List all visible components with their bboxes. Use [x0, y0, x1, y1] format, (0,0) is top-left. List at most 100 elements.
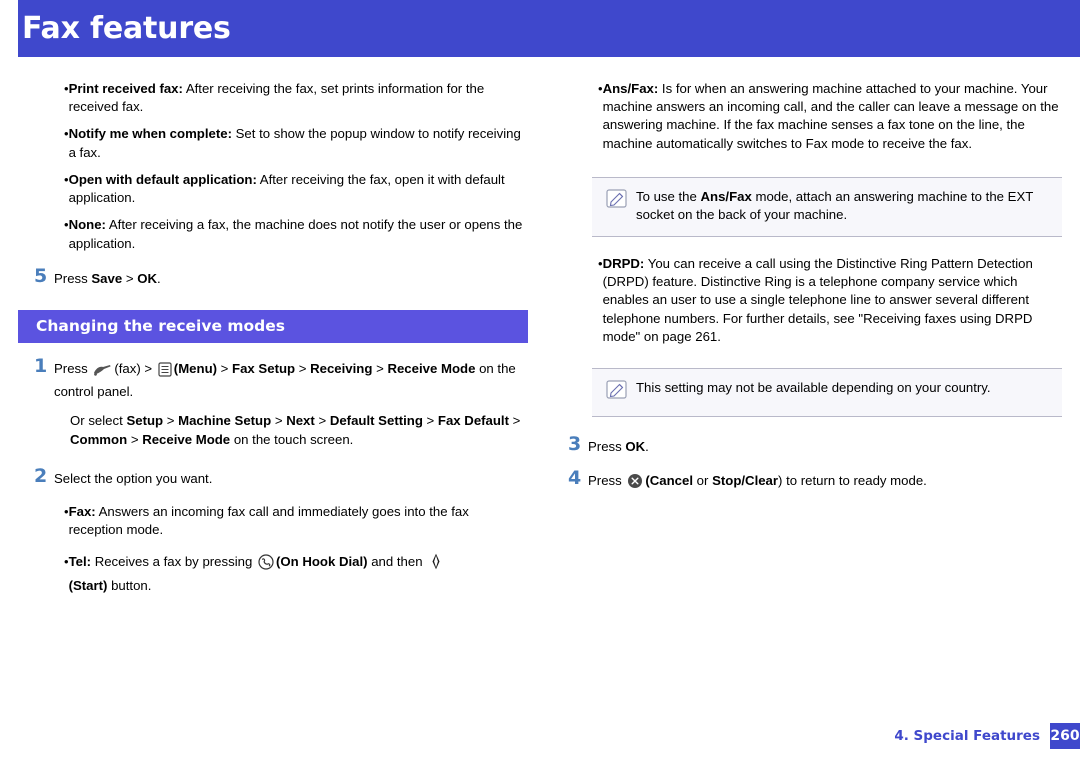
page-number: 260: [1050, 723, 1080, 749]
bullet-desc: Is for when an answering machine attache…: [602, 81, 1059, 151]
step-post: .: [645, 439, 649, 455]
step-post: ) to return to ready mode.: [778, 472, 927, 488]
stop-clear-label: Stop/Clear: [712, 472, 779, 488]
start-label: (Start): [68, 578, 108, 594]
bullet-content: Open with default application: After rec…: [69, 171, 528, 207]
menu-label: (Menu): [173, 360, 218, 376]
section-heading: Changing the receive modes: [18, 309, 528, 343]
bullet-term: DRPD:: [602, 255, 645, 271]
note-icon: [606, 188, 636, 225]
step-bold-ok: OK: [137, 270, 157, 286]
bullet-marker: •: [64, 554, 69, 570]
bullet-content: Tel: Receives a fax by pressing (On Hook…: [69, 553, 528, 595]
bullet-desc: Answers an incoming fax call and immedia…: [68, 503, 469, 537]
note-pre: To use the: [636, 188, 701, 204]
step-pre: Press: [588, 439, 626, 455]
alt-default-setting: Default Setting: [329, 413, 423, 429]
step-number: 4: [568, 466, 582, 489]
step-pre: Press: [54, 360, 92, 376]
step-number: 5: [34, 264, 48, 287]
right-column: • Ans/Fax: Is for when an answering mach…: [552, 80, 1062, 500]
bullet-desc: You can receive a call using the Distinc…: [602, 255, 1033, 344]
step-1: 1 Press (fax) > (Menu) > Fax Setup > Rec…: [18, 354, 528, 401]
bullet-content: Fax: Answers an incoming fax call and im…: [69, 503, 528, 539]
bullet-marker: •: [598, 255, 603, 271]
bullet-marker: •: [64, 217, 69, 233]
on-hook-dial-label: (On Hook Dial): [275, 554, 368, 570]
bullet-content: Notify me when complete: Set to show the…: [69, 125, 528, 161]
step-post: .: [157, 270, 161, 286]
fax-label: (fax) >: [114, 360, 153, 376]
list-item: • Ans/Fax: Is for when an answering mach…: [552, 80, 1062, 153]
list-item: • DRPD: You can receive a call using the…: [552, 255, 1062, 346]
bullet-marker: •: [64, 126, 69, 142]
alt-fax-default: Fax Default: [437, 413, 509, 429]
bullet-term: Notify me when complete:: [68, 126, 232, 142]
start-icon: [428, 553, 444, 575]
note-text: This setting may not be available depend…: [636, 379, 991, 395]
step-3: 3 Press OK.: [552, 433, 1062, 456]
step-pre: Press: [54, 270, 92, 286]
bullet-term: Print received fax:: [68, 81, 183, 96]
bullet-desc3: button.: [107, 578, 152, 594]
list-item: • Tel: Receives a fax by pressing (On Ho…: [18, 553, 528, 595]
step-number: 2: [34, 465, 48, 488]
path-fax-setup: Fax Setup: [232, 360, 296, 376]
step-sep: >: [122, 270, 138, 286]
bullet-marker: •: [64, 503, 69, 519]
page-header: Fax features: [0, 0, 1080, 57]
path-receive-mode: Receive Mode: [387, 360, 476, 376]
cancel-stop-clear-icon: [627, 473, 643, 494]
note-text: To use the Ans/Fax mode, attach an answe…: [636, 188, 1048, 225]
page-root: Fax features • Print received fax: After…: [0, 0, 1080, 763]
list-item: • Fax: Answers an incoming fax call and …: [18, 503, 528, 539]
bullet-desc2: and then: [367, 554, 427, 570]
alt-machine-setup: Machine Setup: [178, 413, 272, 429]
step-text: Press (Cancel or Stop/Clear) to return t…: [588, 469, 1062, 494]
step-1-alt: Or select Setup > Machine Setup > Next >…: [70, 413, 521, 448]
list-item: • None: After receiving a fax, the machi…: [18, 216, 528, 252]
alt-common: Common: [70, 432, 128, 448]
step-text: Press OK.: [588, 435, 1062, 456]
bullet-content: Print received fax: After receiving the …: [69, 80, 528, 116]
step-mid: or: [693, 472, 713, 488]
step-5: 5 Press Save > OK.: [18, 264, 528, 288]
step-number: 1: [34, 354, 48, 377]
header-accent-bar: [0, 0, 18, 57]
alt-pre: Or select: [70, 413, 127, 429]
bullet-term: Open with default application:: [68, 171, 257, 187]
footer-chapter-label: 4. Special Features: [894, 728, 1040, 744]
bullet-content: None: After receiving a fax, the machine…: [69, 216, 528, 252]
note-box-country: This setting may not be available depend…: [592, 367, 1062, 418]
step-bold-save: Save: [91, 270, 123, 286]
bullet-desc: Receives a fax by pressing: [91, 554, 256, 570]
step-2: 2 Select the option you want.: [18, 467, 528, 488]
step-text: Press (fax) > (Menu) > Fax Setup > Recei…: [54, 357, 528, 401]
step-4: 4 Press (Cancel or Stop/Clear) to return…: [552, 466, 1062, 494]
cancel-label: (Cancel: [645, 472, 694, 488]
bullet-marker: •: [64, 81, 69, 96]
step-pre: Press: [588, 472, 626, 488]
list-item: • Open with default application: After r…: [18, 171, 528, 207]
note-box-ansfax: To use the Ans/Fax mode, attach an answe…: [592, 176, 1062, 237]
bullet-marker: •: [64, 171, 69, 187]
note-bold: Ans/Fax: [700, 188, 752, 204]
step-text: Press Save > OK.: [54, 267, 528, 288]
list-item: • Print received fax: After receiving th…: [18, 80, 528, 116]
path-receiving: Receiving: [310, 360, 373, 376]
fax-icon: [93, 363, 112, 382]
step-number: 3: [568, 433, 582, 456]
bullet-content: Ans/Fax: Is for when an answering machin…: [603, 80, 1062, 153]
bullet-term: Tel:: [68, 554, 92, 570]
bullet-term: None:: [68, 217, 106, 233]
bullet-content: DRPD: You can receive a call using the D…: [603, 255, 1062, 346]
left-column: • Print received fax: After receiving th…: [18, 80, 528, 604]
bullet-term: Fax:: [68, 503, 96, 519]
step-bold-ok: OK: [625, 439, 646, 455]
step-text: Select the option you want.: [54, 471, 213, 487]
bullet-term: Ans/Fax:: [602, 81, 659, 96]
bullet-desc: After receiving a fax, the machine does …: [68, 217, 523, 251]
on-hook-dial-icon: [258, 554, 274, 575]
list-item: • Notify me when complete: Set to show t…: [18, 125, 528, 161]
note-icon: [606, 379, 636, 405]
